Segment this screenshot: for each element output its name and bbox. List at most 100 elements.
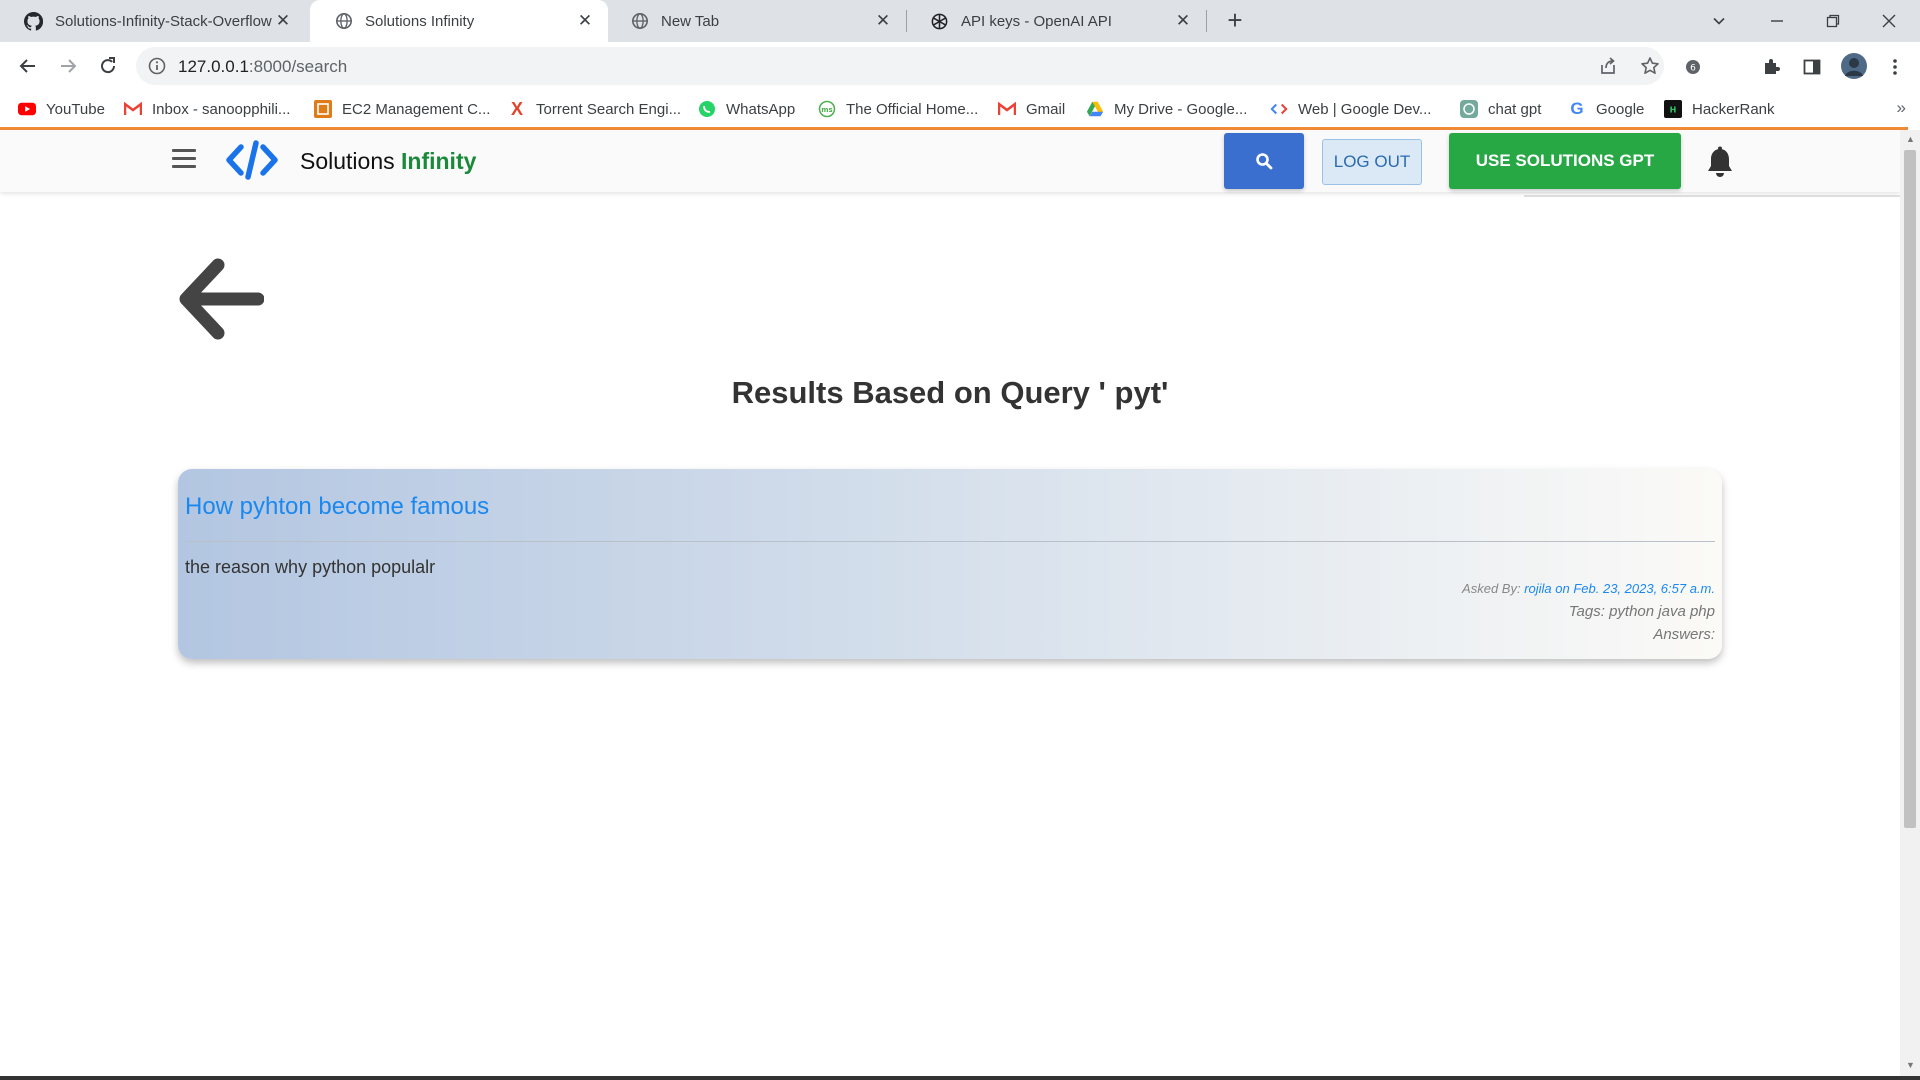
use-solutions-gpt-button[interactable]: USE SOLUTIONS GPT — [1449, 133, 1681, 189]
close-icon[interactable]: ✕ — [576, 12, 594, 30]
gmail-icon — [998, 100, 1016, 118]
site-navbar: Solutions Infinity LOG OUT USE SOLUTIONS… — [0, 130, 1900, 192]
question-meta: Asked By: rojila on Feb. 23, 2023, 6:57 … — [1462, 581, 1715, 643]
search-icon — [1256, 153, 1273, 170]
bookmark-torrent-search[interactable]: X Torrent Search Engi... — [508, 96, 681, 122]
back-arrow-icon[interactable] — [176, 256, 265, 342]
tab-title: Solutions Infinity — [365, 12, 475, 30]
bookmark-hackerrank[interactable]: H HackerRank — [1664, 96, 1775, 122]
card-divider — [185, 541, 1715, 542]
share-icon[interactable] — [1598, 56, 1618, 76]
taskbar-edge — [0, 1076, 1920, 1080]
question-answers: Answers: — [1653, 626, 1715, 643]
gmail-icon — [124, 100, 142, 118]
openai-icon — [1460, 100, 1478, 118]
bookmark-label: chat gpt — [1488, 100, 1542, 118]
bookmark-whatsapp[interactable]: WhatsApp — [698, 96, 795, 122]
tab-openai-api-keys[interactable]: API keys - OpenAI API ✕ — [906, 0, 1206, 42]
tab-separator — [1206, 10, 1207, 32]
code-icon — [1270, 100, 1288, 118]
svg-text:ms: ms — [821, 106, 832, 114]
bookmark-official-home[interactable]: ms The Official Home... — [818, 96, 978, 122]
info-icon[interactable] — [148, 57, 166, 75]
scroll-down-icon[interactable]: ▼ — [1906, 1060, 1915, 1070]
side-panel-icon[interactable] — [1801, 56, 1823, 78]
extension-blocker-icon[interactable]: 6 — [1682, 56, 1704, 78]
hackerrank-icon: H — [1664, 100, 1682, 118]
bookmark-label: WhatsApp — [726, 100, 796, 118]
tab-title: API keys - OpenAI API — [961, 12, 1112, 30]
bookmarks-bar: YouTube Inbox - sanoopphili... EC2 Manag… — [0, 90, 1920, 128]
page-scrollbar[interactable]: ▲ ▼ — [1900, 130, 1920, 1076]
new-tab-button[interactable]: + — [1222, 7, 1248, 34]
bookmark-label: Web | Google Dev... — [1298, 100, 1432, 118]
browser-tab-strip: Solutions-Infinity-Stack-Overflow ✕ Solu… — [0, 0, 1920, 42]
url-path: :8000/search — [248, 57, 348, 76]
bookmark-label: Google — [1596, 100, 1645, 118]
aws-icon — [314, 100, 332, 118]
reload-icon[interactable] — [92, 50, 124, 82]
question-card: How pyhton become famous the reason why … — [178, 469, 1722, 659]
globe-icon — [334, 12, 353, 31]
bookmark-chat-gpt[interactable]: chat gpt — [1460, 96, 1541, 122]
svg-text:H: H — [1670, 106, 1677, 115]
close-icon[interactable]: ✕ — [1174, 12, 1192, 30]
tab-new-tab[interactable]: New Tab ✕ — [606, 0, 906, 42]
navbar-divider — [1524, 195, 1900, 197]
tab-title: Solutions-Infinity-Stack-Overflow — [55, 12, 272, 30]
bookmark-google[interactable]: G Google — [1568, 96, 1644, 122]
bookmark-inbox[interactable]: Inbox - sanoopphili... — [124, 96, 290, 122]
site-brand[interactable]: Solutions Infinity — [300, 148, 476, 175]
question-title-link[interactable]: How pyhton become famous — [185, 493, 489, 521]
brand-prefix: Solutions — [300, 148, 395, 174]
window-close-icon[interactable] — [1874, 6, 1904, 36]
bell-icon[interactable] — [1705, 146, 1735, 178]
minimize-icon[interactable] — [1762, 6, 1792, 36]
drive-icon — [1086, 100, 1104, 118]
scrollbar-thumb[interactable] — [1904, 150, 1916, 828]
bookmark-star-icon[interactable] — [1640, 56, 1660, 76]
brand-accent: Infinity — [401, 148, 477, 174]
asked-by-author[interactable]: rojila on Feb. 23, 2023, 6:57 a.m. — [1524, 581, 1715, 596]
search-button[interactable] — [1224, 133, 1304, 189]
scroll-up-icon[interactable]: ▲ — [1906, 134, 1915, 144]
browser-menu-icon[interactable] — [1884, 56, 1906, 78]
tab-github[interactable]: Solutions-Infinity-Stack-Overflow ✕ — [0, 0, 306, 42]
bookmark-gmail[interactable]: Gmail — [998, 96, 1065, 122]
browser-toolbar: 127.0.0.1:8000/search 6 — [0, 42, 1920, 90]
bookmark-label: The Official Home... — [846, 100, 979, 118]
close-icon[interactable]: ✕ — [274, 12, 292, 30]
results-heading: Results Based on Query ' pyt' — [731, 375, 1169, 410]
x-icon: X — [510, 98, 523, 119]
globe-icon — [630, 12, 649, 31]
bookmark-label: Gmail — [1026, 100, 1066, 118]
url-host: 127.0.0.1 — [178, 57, 249, 76]
globe-icon: ms — [818, 100, 836, 118]
question-tags: Tags: python java php — [1568, 603, 1715, 620]
bookmarks-overflow-button[interactable]: » — [1897, 98, 1906, 118]
bookmark-my-drive[interactable]: My Drive - Google... — [1086, 96, 1247, 122]
restore-icon[interactable] — [1818, 6, 1848, 36]
tab-solutions-infinity[interactable]: Solutions Infinity ✕ — [310, 0, 608, 42]
url-text: 127.0.0.1:8000/search — [178, 57, 347, 77]
page-viewport: Solutions Infinity LOG OUT USE SOLUTIONS… — [0, 130, 1900, 1076]
close-icon[interactable]: ✕ — [874, 12, 892, 30]
tab-search-chevron-icon[interactable] — [1704, 6, 1734, 36]
bookmark-label: My Drive - Google... — [1114, 100, 1248, 118]
address-bar[interactable]: 127.0.0.1:8000/search — [136, 47, 1664, 85]
menu-icon[interactable] — [172, 149, 196, 171]
bookmark-ec2[interactable]: EC2 Management C... — [314, 96, 490, 122]
tab-title: New Tab — [661, 12, 720, 30]
extensions-puzzle-icon[interactable] — [1760, 56, 1782, 78]
github-icon — [24, 11, 43, 31]
bookmark-youtube[interactable]: YouTube — [18, 96, 105, 122]
question-body: the reason why python populalr — [185, 557, 436, 577]
bookmark-label: YouTube — [46, 100, 105, 118]
logout-button[interactable]: LOG OUT — [1322, 139, 1422, 185]
avatar[interactable] — [1840, 52, 1868, 80]
bookmark-google-dev[interactable]: Web | Google Dev... — [1270, 96, 1431, 122]
forward-icon[interactable] — [52, 50, 84, 82]
code-logo-icon[interactable] — [226, 140, 278, 180]
back-icon[interactable] — [12, 50, 44, 82]
openai-icon — [930, 12, 949, 31]
